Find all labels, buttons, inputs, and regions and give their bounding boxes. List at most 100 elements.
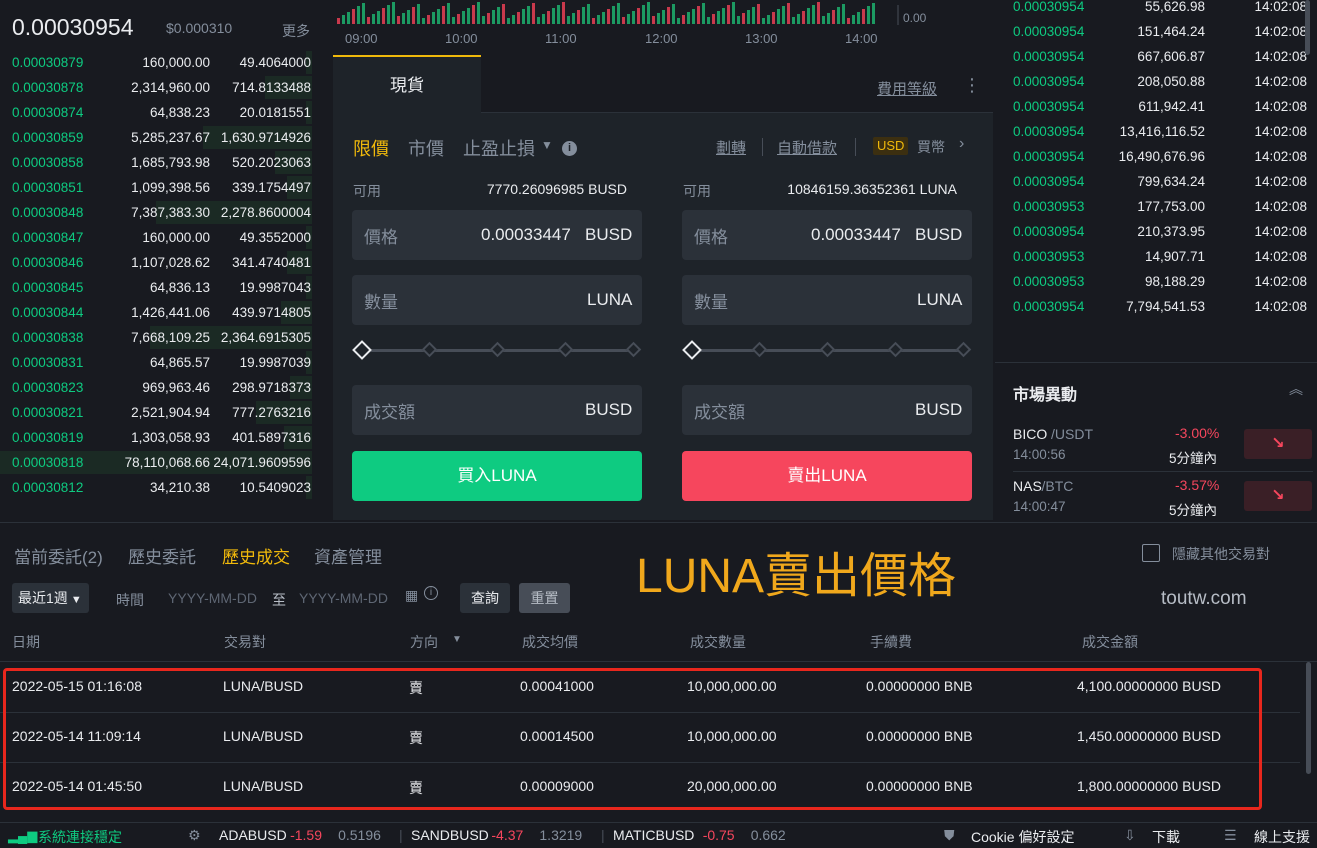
buy-amount-slider[interactable] [350, 340, 644, 360]
scrollbar[interactable] [1306, 662, 1311, 774]
date-from-input[interactable]: YYYY-MM-DD [168, 590, 257, 606]
tab-spot[interactable]: 現貨 [333, 55, 481, 113]
orderbook-row[interactable]: 0.00030874 64,838.23 20.0181551 [0, 100, 330, 125]
support-link[interactable]: 線上支援 [1254, 827, 1310, 847]
trade-amount: 7,794,541.53 [1126, 299, 1205, 314]
order-type-limit[interactable]: 限價 [353, 135, 389, 161]
chevron-down-icon[interactable]: ▼ [541, 138, 553, 152]
orderbook-total: 2,364.6915305 [220, 330, 311, 345]
sell-quantity-input[interactable]: 數量 LUNA [682, 275, 972, 325]
orderbook-row[interactable]: 0.00030848 7,387,383.30 2,278.8600004 [0, 200, 330, 225]
volume-bar [857, 12, 860, 24]
cookie-settings-link[interactable]: Cookie 偏好設定 [971, 827, 1074, 847]
sell-total-input[interactable]: 成交額 BUSD [682, 385, 972, 435]
more-options-icon[interactable]: ⋮ [963, 75, 981, 96]
transfer-link[interactable]: 劃轉 [716, 137, 746, 158]
volume-bar [547, 11, 550, 24]
orderbook-row[interactable]: 0.00030858 1,685,793.98 520.2023063 [0, 150, 330, 175]
sell-button[interactable]: 賣出LUNA [682, 451, 972, 501]
ticker-symbol[interactable]: SANDBUSD [411, 827, 489, 843]
settings-icon[interactable]: ⚙ [188, 827, 201, 844]
slider-step-icon[interactable] [557, 341, 574, 358]
slider-step-icon[interactable] [819, 341, 836, 358]
info-icon[interactable]: i [562, 141, 577, 156]
volume-bar [387, 5, 390, 24]
sell-amount-slider[interactable] [680, 340, 974, 360]
search-button[interactable]: 查詢 [460, 583, 510, 613]
buy-quantity-input[interactable]: 數量 LUNA [352, 275, 642, 325]
volume-bar [707, 17, 710, 24]
mover-item[interactable]: NAS/BTC 14:00:47 -3.57% 5分鐘內 ↘ [995, 475, 1317, 523]
currency-badge[interactable]: USD [873, 137, 909, 155]
slider-step-icon[interactable] [887, 341, 904, 358]
orderbook-row[interactable]: 0.00030821 2,521,904.94 777.2763216 [0, 400, 330, 425]
order-type-market[interactable]: 市價 [408, 135, 444, 161]
trade-amount: 13,416,116.52 [1119, 124, 1205, 139]
slider-step-icon[interactable] [421, 341, 438, 358]
orderbook-row[interactable]: 0.00030819 1,303,058.93 401.5897316 [0, 425, 330, 450]
orderbook-row[interactable]: 0.00030823 969,963.46 298.9718373 [0, 375, 330, 400]
orderbook-total: 20.0181551 [239, 105, 311, 120]
volume-bar [537, 17, 540, 24]
orderbook-row[interactable]: 0.00030847 160,000.00 49.3552000 [0, 225, 330, 250]
buy-price-input[interactable]: 價格 0.00033447 BUSD [352, 210, 642, 260]
buy-button[interactable]: 買入LUNA [352, 451, 642, 501]
order-tab[interactable]: 當前委託(2) [14, 543, 103, 568]
slider-step-icon[interactable] [751, 341, 768, 358]
arrow-down-right-icon[interactable]: ↘ [1244, 429, 1312, 459]
orderbook-row[interactable]: 0.00030845 64,836.13 19.9987043 [0, 275, 330, 300]
fee-level-link[interactable]: 費用等級 [877, 78, 937, 99]
order-book: 0.00030954 $0.000310 更多 0.00030879 160,00… [0, 0, 330, 520]
orderbook-row[interactable]: 0.00030878 2,314,960.00 714.8133488 [0, 75, 330, 100]
slider-step-icon[interactable] [625, 341, 642, 358]
arrow-down-right-icon[interactable]: ↘ [1244, 481, 1312, 511]
scrollbar[interactable] [1305, 0, 1310, 55]
sell-price-input[interactable]: 價格 0.00033447 BUSD [682, 210, 972, 260]
download-link[interactable]: 下載 [1152, 827, 1180, 847]
order-tab[interactable]: 資產管理 [314, 543, 382, 568]
column-header[interactable]: 方向 [410, 632, 438, 652]
info-icon[interactable]: i [424, 586, 438, 600]
trade-row: 0.00030954 667,606.87 14:02:08 [995, 44, 1317, 69]
slider-handle-icon[interactable] [352, 340, 372, 360]
collapse-icon[interactable]: ︽ [1289, 379, 1303, 399]
orderbook-row[interactable]: 0.00030846 1,107,028.62 341.4740481 [0, 250, 330, 275]
ticker-symbol[interactable]: ADABUSD [219, 827, 287, 843]
calendar-icon[interactable]: ▦ [405, 587, 418, 604]
more-link[interactable]: 更多 [282, 21, 310, 41]
order-tab[interactable]: 歷史成交 [222, 543, 290, 568]
auto-borrow-link[interactable]: 自動借款 [777, 137, 837, 158]
volume-bar [477, 2, 480, 24]
volume-bar [632, 11, 635, 24]
range-select[interactable]: 最近1週 ▼ [12, 583, 89, 613]
order-type-stop[interactable]: 止盈止損 [463, 135, 535, 161]
slider-step-icon[interactable] [955, 341, 972, 358]
orderbook-row[interactable]: 0.00030831 64,865.57 19.9987039 [0, 350, 330, 375]
sort-icon[interactable]: ▼ [452, 634, 462, 645]
buy-total-input[interactable]: 成交額 BUSD [352, 385, 642, 435]
date-to-input[interactable]: YYYY-MM-DD [299, 590, 388, 606]
orderbook-row[interactable]: 0.00030859 5,285,237.67 1,630.9714926 [0, 125, 330, 150]
tab-spot-label: 現貨 [390, 76, 424, 95]
ticker-price: 1.3219 [539, 827, 583, 843]
slider-handle-icon[interactable] [682, 340, 702, 360]
volume-bar [432, 12, 435, 24]
orderbook-row[interactable]: 0.00030812 34,210.38 10.5409023 [0, 475, 330, 500]
orderbook-row[interactable]: 0.00030879 160,000.00 49.4064000 [0, 50, 330, 75]
orderbook-row[interactable]: 0.00030818 78,110,068.66 24,071.9609596 [0, 450, 330, 475]
volume-bar [727, 5, 730, 24]
slider-step-icon[interactable] [489, 341, 506, 358]
ticker-price: 0.5196 [338, 827, 381, 843]
hide-pairs-checkbox[interactable] [1142, 544, 1160, 562]
orderbook-row[interactable]: 0.00030844 1,426,441.06 439.9714805 [0, 300, 330, 325]
mover-item[interactable]: BICO/USDT 14:00:56 -3.00% 5分鐘內 ↘ [995, 423, 1317, 471]
reset-button[interactable]: 重置 [519, 583, 570, 613]
volume-bar [402, 13, 405, 24]
orderbook-row[interactable]: 0.00030838 7,668,109.25 2,364.6915305 [0, 325, 330, 350]
order-tab[interactable]: 歷史委託 [128, 543, 196, 568]
chevron-right-icon[interactable]: › [959, 135, 964, 153]
orderbook-row[interactable]: 0.00030851 1,099,398.56 339.1754497 [0, 175, 330, 200]
price-chart[interactable]: 09:00 10:00 11:00 12:00 13:00 14:00 0.00 [333, 0, 993, 55]
buy-coin-link[interactable]: 買幣 [917, 137, 945, 157]
ticker-symbol[interactable]: MATICBUSD [613, 827, 694, 843]
